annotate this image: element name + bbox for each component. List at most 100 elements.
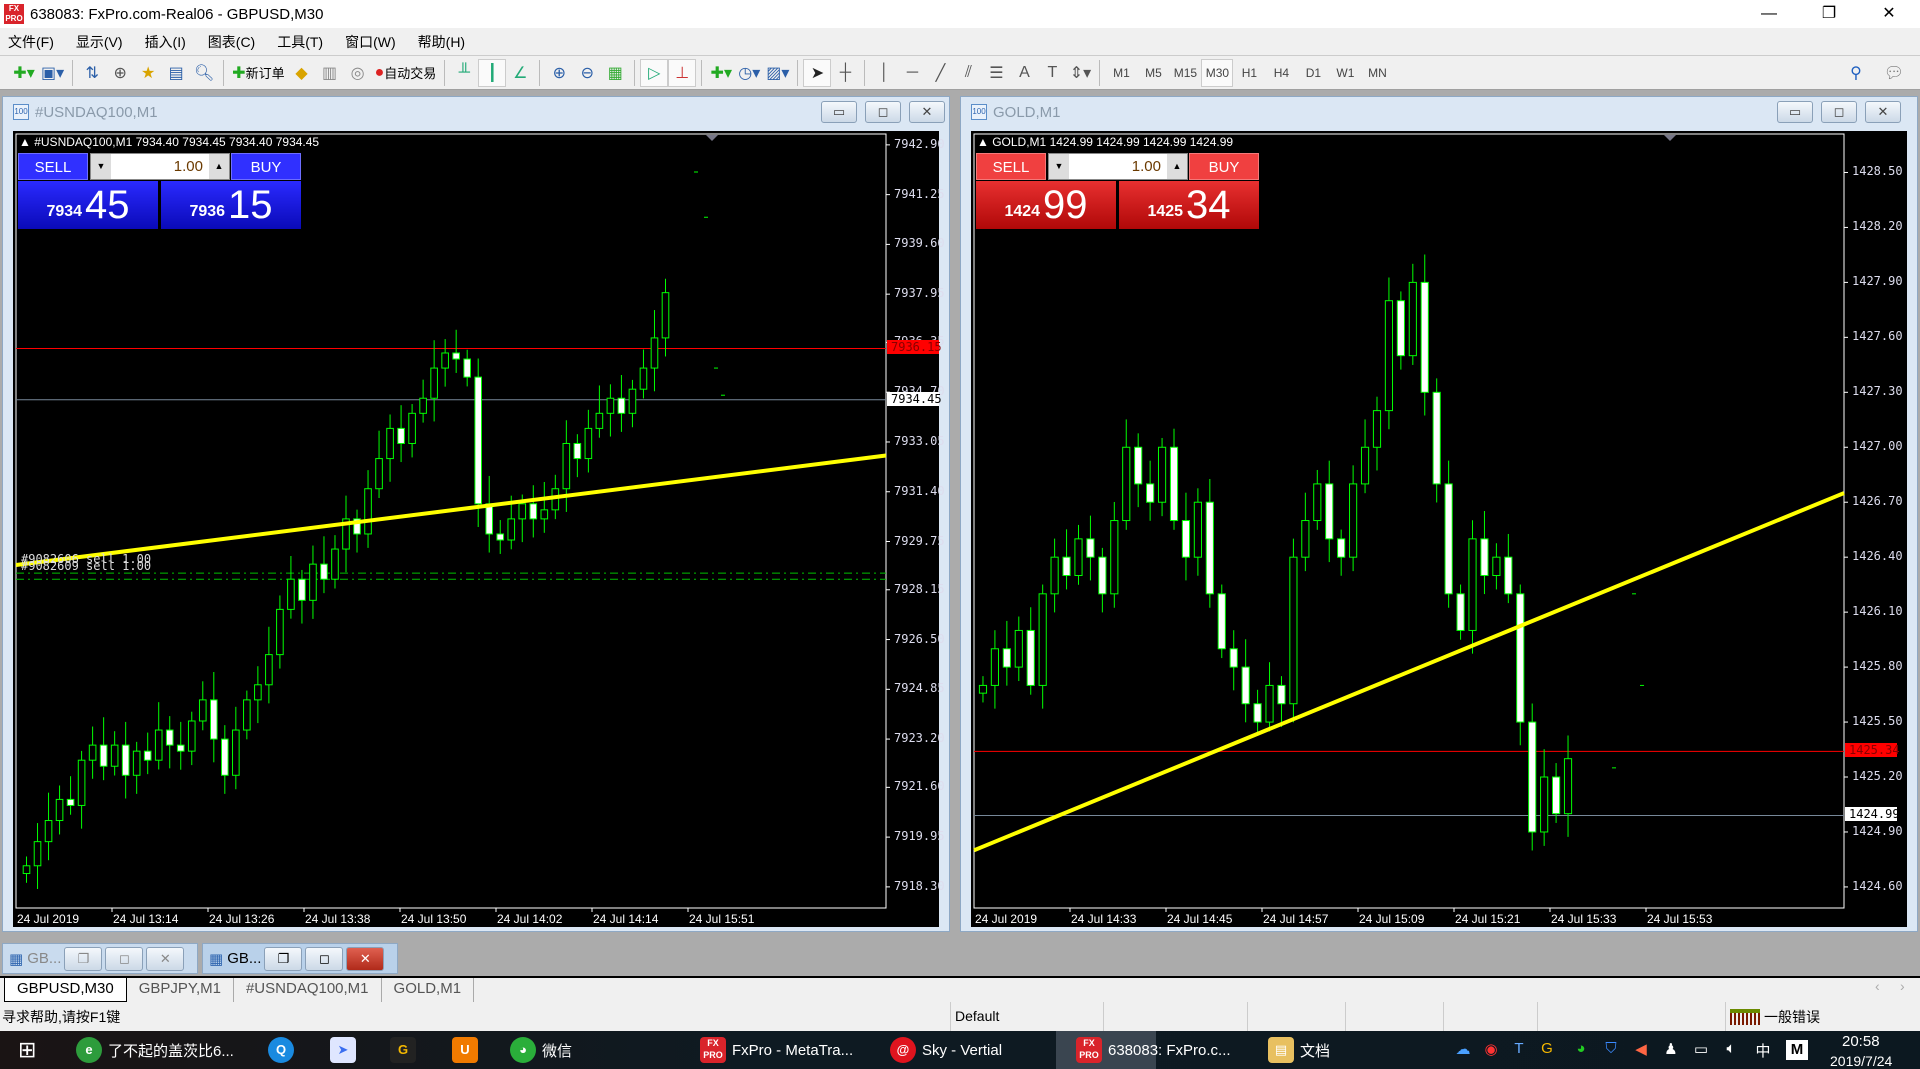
tile-windows-icon[interactable]: ▦ — [601, 59, 629, 87]
sell-price[interactable]: 1424 99 — [976, 181, 1116, 229]
zoom-out-icon[interactable]: ⊖ — [573, 59, 601, 87]
menu-tools[interactable]: 工具(T) — [277, 32, 323, 52]
close-button[interactable]: ✕ — [1860, 0, 1918, 28]
text-icon[interactable]: A — [1010, 59, 1038, 87]
line-chart-icon[interactable]: ∠ — [506, 59, 534, 87]
maximize-button[interactable]: ◻ — [105, 946, 144, 971]
tab-scroll-left-icon[interactable]: ‹ — [1875, 978, 1880, 994]
sell-price[interactable]: 7934 45 — [18, 181, 158, 229]
window-close-button[interactable]: ✕ — [909, 101, 945, 123]
profiles-icon[interactable]: ▣▾ — [38, 59, 67, 87]
vertical-line-icon[interactable]: │ — [870, 59, 898, 87]
timeframe-w1[interactable]: W1 — [1329, 59, 1361, 87]
speaker-app-icon[interactable]: ◀ — [1630, 1040, 1652, 1058]
lot-increase-icon[interactable]: ▲ — [209, 154, 229, 179]
volume-icon[interactable]: 🔈︎ — [1720, 1040, 1742, 1057]
auto-trading-button[interactable]: ● 自动交易 — [372, 59, 440, 87]
timeframe-m1[interactable]: M1 — [1105, 59, 1137, 87]
buy-button[interactable]: BUY — [1189, 153, 1259, 180]
timeframe-h1[interactable]: H1 — [1233, 59, 1265, 87]
lot-decrease-icon[interactable]: ▼ — [1049, 154, 1069, 179]
metaeditor-icon[interactable]: ◆ — [288, 59, 316, 87]
taskbar-item[interactable]: ▤ 文档 — [1268, 1031, 1330, 1069]
candlestick-icon[interactable]: ┃ — [478, 58, 507, 87]
terminal-icon[interactable]: ▤ — [162, 59, 190, 87]
menu-charts[interactable]: 图表(C) — [208, 32, 255, 52]
restore-button[interactable]: ❐ — [264, 946, 303, 971]
menu-help[interactable]: 帮助(H) — [418, 32, 465, 52]
taskbar-item[interactable]: @ Sky - Vertial — [890, 1031, 1002, 1069]
window-maximize-button[interactable]: ◻ — [1821, 101, 1857, 123]
price-chart[interactable] — [13, 131, 939, 927]
buy-price[interactable]: 1425 34 — [1119, 181, 1259, 229]
clock-time[interactable]: 20:58 — [1842, 1033, 1880, 1050]
qq-icon[interactable]: ♟ — [1660, 1040, 1682, 1058]
m-icon[interactable]: M — [1786, 1040, 1808, 1060]
strategy-tester-icon[interactable]: 🔍︎ — [190, 59, 218, 87]
lot-size-input[interactable]: ▼ 1.00 ▲ — [1048, 153, 1188, 180]
fibonacci-icon[interactable]: ☰ — [982, 59, 1010, 87]
market-icon[interactable]: ◎ — [344, 59, 372, 87]
chart-shift-icon[interactable]: ⊥ — [668, 58, 697, 87]
auto-scroll-icon[interactable]: ▷ — [640, 58, 669, 87]
connection-status[interactable]: 一般错误 — [1764, 1007, 1820, 1027]
timeframe-m5[interactable]: M5 — [1137, 59, 1169, 87]
tab-gbpjpy-m1[interactable]: GBPJPY,M1 — [127, 978, 234, 1002]
clock-date[interactable]: 2019/7/24 — [1830, 1053, 1892, 1069]
cloud-icon[interactable]: ☁ — [1452, 1040, 1474, 1058]
new-chart-icon[interactable]: ✚▾ — [10, 59, 38, 87]
window-maximize-button[interactable]: ◻ — [865, 101, 901, 123]
shield-icon[interactable]: ⛉ — [1600, 1040, 1622, 1057]
timeframe-d1[interactable]: D1 — [1297, 59, 1329, 87]
arrows-icon[interactable]: ⇕▾ — [1066, 59, 1094, 87]
crosshair-icon[interactable]: ┼ — [831, 59, 859, 87]
zoom-in-icon[interactable]: ⊕ — [545, 59, 573, 87]
equidistant-channel-icon[interactable]: ⫽ — [954, 59, 982, 87]
menu-view[interactable]: 显示(V) — [76, 32, 123, 52]
templates-icon[interactable]: ▨▾ — [763, 59, 792, 87]
timeframe-h4[interactable]: H4 — [1265, 59, 1297, 87]
tp-icon[interactable]: T — [1508, 1040, 1530, 1057]
menu-file[interactable]: 文件(F) — [8, 32, 54, 52]
taskbar-item-active[interactable]: FX PRO 638083: FxPro.c... — [1076, 1031, 1231, 1069]
sell-button[interactable]: SELL — [976, 153, 1046, 180]
lot-decrease-icon[interactable]: ▼ — [91, 154, 111, 179]
taskbar-item[interactable]: U — [452, 1031, 484, 1069]
indicators-icon[interactable]: ✚▾ — [707, 59, 735, 87]
market-watch-icon[interactable]: ⇅ — [78, 59, 106, 87]
restore-button[interactable]: ❐ — [1800, 0, 1858, 28]
window-close-button[interactable]: ✕ — [1865, 101, 1901, 123]
price-chart[interactable] — [971, 131, 1907, 927]
network-icon[interactable]: ▭ — [1690, 1040, 1712, 1058]
chat-icon[interactable]: 💬︎ — [1880, 59, 1908, 87]
restore-button[interactable]: ❐ — [64, 946, 103, 971]
data-window-icon[interactable]: ⊕ — [106, 59, 134, 87]
lot-increase-icon[interactable]: ▲ — [1167, 154, 1187, 179]
taskbar-item[interactable]: ◕ 微信 — [510, 1031, 572, 1069]
start-button[interactable]: ⊞ — [18, 1031, 36, 1069]
buy-button[interactable]: BUY — [231, 153, 301, 180]
timeframe-m15[interactable]: M15 — [1169, 59, 1201, 87]
tab-gold-m1[interactable]: GOLD,M1 — [382, 978, 475, 1002]
chart-area[interactable]: ▲ #USNDAQ100,M1 7934.40 7934.45 7934.40 … — [13, 131, 945, 927]
tab-scroll-right-icon[interactable]: › — [1900, 978, 1905, 994]
timeframe-m30[interactable]: M30 — [1201, 58, 1234, 87]
g-icon[interactable]: G — [1536, 1040, 1558, 1057]
buy-price[interactable]: 7936 15 — [161, 181, 301, 229]
window-minimize-button[interactable]: ▭ — [1777, 101, 1813, 123]
close-button[interactable]: ✕ — [346, 946, 385, 971]
tab-gbpusd-m30[interactable]: GBPUSD,M30 — [4, 978, 127, 1002]
cursor-icon[interactable]: ➤ — [803, 58, 832, 87]
taskbar-item[interactable]: Q — [268, 1031, 300, 1069]
maximize-button[interactable]: ◻ — [305, 946, 344, 971]
trendline-icon[interactable]: ╱ — [926, 59, 954, 87]
bar-chart-icon[interactable]: ╨ — [450, 59, 478, 87]
search-icon[interactable]: ⚲ — [1842, 59, 1870, 87]
wechat-tray-icon[interactable]: ◕ — [1570, 1040, 1592, 1057]
ime-indicator[interactable]: 中 — [1752, 1040, 1774, 1061]
tab-usndaq100-m1[interactable]: #USNDAQ100,M1 — [234, 978, 382, 1002]
close-button[interactable]: ✕ — [146, 946, 185, 971]
new-order-button[interactable]: ✚ 新订单 — [229, 59, 287, 87]
minimized-window[interactable]: ▦ GB... ❐ ◻ ✕ — [2, 943, 198, 974]
menu-insert[interactable]: 插入(I) — [145, 32, 186, 52]
